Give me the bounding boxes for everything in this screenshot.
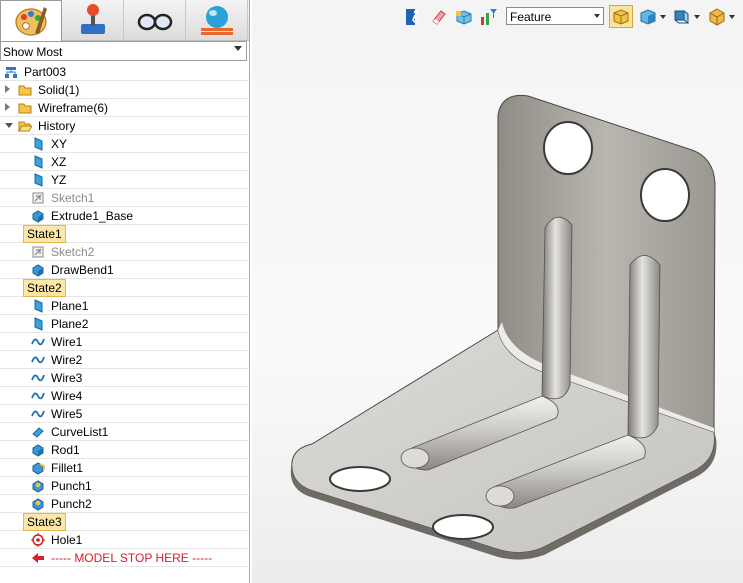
tree-item-label: XZ (51, 155, 67, 169)
tree-item-label: Wire5 (51, 407, 83, 421)
manager-panel: Show Most Part003 Solid(1) Wireframe(6) His… (0, 0, 250, 583)
graphics-viewport[interactable]: Feature (252, 0, 743, 583)
punch-icon (31, 479, 45, 493)
plane-icon (31, 137, 45, 151)
tree-item-label: Fillet1 (51, 461, 84, 475)
filter-value: Show Most (3, 45, 63, 59)
sheet-metal-bracket-model[interactable] (252, 0, 743, 583)
tree-item-label: Punch1 (51, 479, 92, 493)
tree-item-label: ----- MODEL STOP HERE ----- (51, 551, 213, 565)
plane-icon (31, 173, 45, 187)
tree-item[interactable]: Wire4 (0, 387, 248, 405)
chevron-right-icon[interactable] (5, 85, 10, 93)
plane-icon (31, 155, 45, 169)
tree-item-label: YZ (51, 173, 67, 187)
joystick-icon (81, 4, 105, 34)
tree-item-label: Plane2 (51, 317, 89, 331)
tree-item[interactable]: Sketch1 (0, 189, 248, 207)
curvelist-icon (31, 425, 45, 439)
tree-item-label: Punch2 (51, 497, 92, 511)
wire-icon (31, 335, 45, 349)
tree-item-label: Wire1 (51, 335, 83, 349)
wire-icon (31, 371, 45, 385)
glasses-icon (137, 13, 173, 31)
tree-item-label: Plane1 (51, 299, 89, 313)
assembly-icon (4, 65, 18, 79)
tree-item-label: Hole1 (51, 533, 83, 547)
tree-item-label: Wireframe(6) (38, 101, 109, 115)
sketch-icon (31, 245, 45, 259)
hole-icon (31, 533, 45, 547)
wire-icon (31, 353, 45, 367)
stop-arrow-icon (31, 551, 45, 565)
globe-layers-icon (201, 6, 233, 35)
model-stop-marker[interactable]: ----- MODEL STOP HERE ----- (0, 549, 248, 567)
panel-tabs (0, 0, 249, 41)
tree-item-label: Solid(1) (38, 83, 80, 97)
tree-item[interactable]: Fillet1 (0, 459, 248, 477)
wire-icon (31, 389, 45, 403)
tree-item[interactable]: Extrude1_Base (0, 207, 248, 225)
filter-dropdown[interactable]: Show Most (0, 41, 247, 61)
chevron-right-icon[interactable] (5, 103, 10, 111)
tree-item-label: Part003 (24, 65, 67, 79)
tree-item-label: Sketch1 (51, 191, 95, 205)
tree-item[interactable]: Wireframe(6) (0, 99, 248, 117)
tree-item[interactable]: Punch1 (0, 477, 248, 495)
tree-item[interactable]: Wire5 (0, 405, 248, 423)
tree-item[interactable]: Plane1 (0, 297, 248, 315)
tree-item-label: CurveList1 (51, 425, 109, 439)
tree-item[interactable]: DrawBend1 (0, 261, 248, 279)
chevron-down-icon[interactable] (5, 123, 13, 128)
tree-item[interactable]: Part003 (0, 63, 248, 81)
tree-item-label: Wire3 (51, 371, 83, 385)
tab-view-manager[interactable] (124, 0, 186, 40)
tree-item[interactable]: YZ (0, 171, 248, 189)
extrude-icon (31, 443, 45, 457)
punch-icon (31, 497, 45, 511)
tree-item-label: History (38, 119, 76, 133)
tab-history-manager[interactable] (0, 0, 62, 41)
palette-icon (15, 7, 47, 36)
extrude-icon (31, 209, 45, 223)
tree-item-label: State1 (23, 225, 66, 243)
tree-item[interactable]: Wire1 (0, 333, 248, 351)
folder-open-icon (18, 119, 33, 133)
sketch-icon (31, 191, 45, 205)
tree-item[interactable]: Rod1 (0, 441, 248, 459)
tree-item-label: Extrude1_Base (51, 209, 134, 223)
tree-item[interactable]: XZ (0, 153, 248, 171)
chevron-down-icon (234, 46, 242, 51)
plane-icon (31, 317, 45, 331)
tab-layers[interactable] (186, 0, 248, 40)
tree-item-label: Wire2 (51, 353, 83, 367)
wire-icon (31, 407, 45, 421)
tab-assembly[interactable] (62, 0, 124, 40)
tree-item-label: State2 (23, 279, 66, 297)
tree-item[interactable]: Wire3 (0, 369, 248, 387)
tree-item[interactable]: State2 (0, 279, 248, 297)
tree-item[interactable]: Hole1 (0, 531, 248, 549)
tree-item[interactable]: Wire2 (0, 351, 248, 369)
tree-item[interactable]: State1 (0, 225, 248, 243)
tree-item-label: DrawBend1 (51, 263, 114, 277)
tree-item[interactable]: Solid(1) (0, 81, 248, 99)
tree-item-label: State3 (23, 513, 66, 531)
tree-item-label: Sketch2 (51, 245, 95, 259)
tree-item[interactable]: Sketch2 (0, 243, 248, 261)
plane-icon (31, 299, 45, 313)
folder-icon (18, 101, 32, 115)
extrude-icon (31, 263, 45, 277)
tree-item-label: Rod1 (51, 443, 80, 457)
tree-item-label: Wire4 (51, 389, 83, 403)
tree-item-label: XY (51, 137, 68, 151)
tree-item[interactable]: State3 (0, 513, 248, 531)
tree-item[interactable]: Plane2 (0, 315, 248, 333)
tree-item[interactable]: CurveList1 (0, 423, 248, 441)
fillet-icon (31, 461, 45, 475)
tree-item[interactable]: Punch2 (0, 495, 248, 513)
folder-icon (18, 83, 32, 97)
tree-item[interactable]: XY (0, 135, 248, 153)
tree-item[interactable]: History (0, 117, 248, 135)
